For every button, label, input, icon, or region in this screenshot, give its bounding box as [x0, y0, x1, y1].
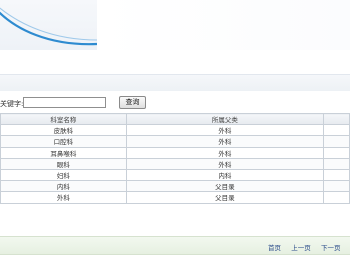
- table-cell-parent: 内科: [125, 168, 325, 182]
- header-banner: [0, 0, 350, 62]
- table-cell-extra: [323, 168, 350, 182]
- table-row[interactable]: 口腔科 外科: [0, 135, 350, 148]
- table-cell-name: 妇科: [0, 168, 127, 182]
- table-row[interactable]: 内科 父目录: [0, 180, 350, 193]
- table-cell-name: 耳鼻喉科: [0, 146, 127, 159]
- table-cell-extra: [323, 135, 350, 148]
- table-cell-parent: 父目录: [125, 191, 325, 204]
- table-cell-name: 口腔科: [0, 135, 127, 148]
- header-bottom-strip: [0, 50, 350, 62]
- column-header-parent[interactable]: 所属父类: [125, 112, 325, 126]
- table-cell-extra: [323, 191, 350, 204]
- table-cell-name: 皮肤科: [0, 124, 127, 137]
- search-row: 关键字: 查询: [0, 96, 350, 110]
- table-cell-name: 眼科: [0, 157, 127, 170]
- table-cell-parent: 外科: [125, 124, 325, 137]
- first-page-link[interactable]: 首页: [268, 244, 281, 252]
- next-page-link[interactable]: 下一页: [321, 244, 341, 252]
- table-cell-extra: [323, 180, 350, 193]
- header-background: [97, 0, 350, 50]
- search-button[interactable]: 查询: [119, 96, 146, 109]
- table-cell-extra: [323, 157, 350, 170]
- table-cell-parent: 外科: [125, 146, 325, 159]
- search-label: 关键字:: [0, 100, 24, 108]
- table-row[interactable]: 皮肤科 外科: [0, 124, 350, 137]
- table-cell-name: 内科: [0, 180, 127, 193]
- pager: 首页 上一页 下一页 尾: [268, 242, 350, 252]
- pagination-footer: 首页 上一页 下一页 尾: [0, 236, 350, 255]
- table-cell-name: 外科: [0, 191, 127, 204]
- swoosh-graphic: [0, 7, 97, 46]
- table-row[interactable]: 眼科 外科: [0, 157, 350, 170]
- table-header-row: 科室名称 所属父类: [0, 112, 350, 126]
- table-cell-extra: [323, 146, 350, 159]
- table-row[interactable]: 耳鼻喉科 外科: [0, 146, 350, 159]
- table-cell-parent: 父目录: [125, 180, 325, 193]
- table-cell-extra: [323, 124, 350, 137]
- table-cell-parent: 外科: [125, 157, 325, 170]
- department-table: 科室名称 所属父类 皮肤科 外科 口腔科 外科 耳鼻喉科 外科 眼科 外科 妇科…: [0, 112, 350, 204]
- toolbar-band: [0, 74, 350, 91]
- column-header-name[interactable]: 科室名称: [0, 112, 127, 126]
- table-cell-parent: 外科: [125, 135, 325, 148]
- search-input[interactable]: [23, 97, 106, 108]
- table-row[interactable]: 妇科 内科: [0, 168, 350, 182]
- table-row[interactable]: 外科 父目录: [0, 191, 350, 204]
- prev-page-link[interactable]: 上一页: [291, 244, 311, 252]
- header-logo-area: [0, 0, 97, 50]
- column-header-extra: [323, 112, 350, 126]
